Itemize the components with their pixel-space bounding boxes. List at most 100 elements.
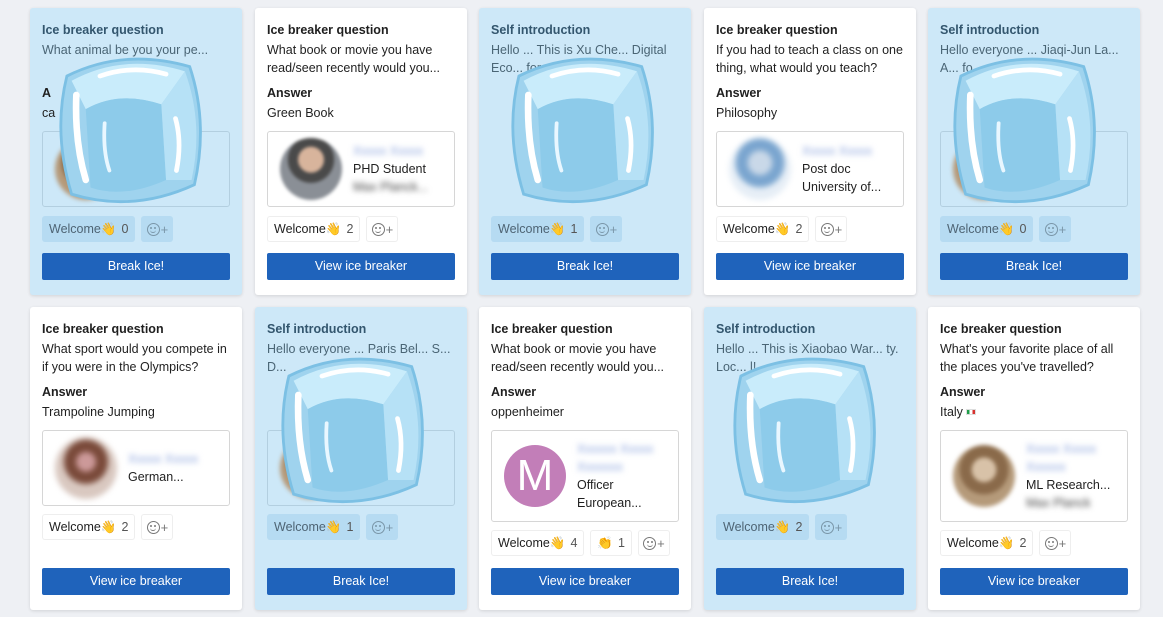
reaction-count: 0 [121, 222, 129, 236]
reaction-label: Welcome👋 [498, 536, 566, 550]
reaction-count: 1 [617, 536, 625, 550]
add-reaction-button[interactable]: + [366, 514, 399, 540]
reaction-label: Welcome👋 [274, 520, 342, 534]
add-reaction-button[interactable]: + [637, 530, 670, 556]
add-reaction-icon [820, 520, 834, 534]
answer-label: Answer [716, 86, 762, 100]
reaction-count: 2 [346, 222, 354, 236]
profile-name[interactable]: Xxxxx Xxxxx [353, 142, 448, 160]
add-reaction-button[interactable]: + [1039, 530, 1072, 556]
profile-name[interactable]: Xxxxx Xxxxx [802, 142, 897, 160]
answer-value: Philosophy [716, 106, 778, 120]
reaction-count: 1 [570, 222, 578, 236]
reaction-label: Welcome👋 [498, 222, 566, 236]
add-reaction-button[interactable]: + [141, 216, 174, 242]
avatar [55, 138, 117, 200]
reactions-bar: Welcome👋 1 + [267, 514, 399, 540]
add-reaction-button[interactable]: + [141, 514, 174, 540]
welcome-reaction[interactable]: Welcome👋 2 [940, 530, 1034, 556]
add-reaction-icon [371, 520, 385, 534]
break-ice-button[interactable]: Break Ice! [267, 568, 455, 595]
profile-box[interactable]: M Xxxxxx Xxxxx Xxxxxxx Officer European.… [491, 430, 679, 522]
welcome-reaction[interactable]: Welcome👋 0 [42, 216, 136, 242]
profile-box[interactable] [42, 131, 230, 207]
reaction-label: 👏 [597, 536, 613, 550]
profile-org: Max Planck... [353, 180, 429, 194]
profile-name[interactable]: Xxxxx Xxxxx [128, 450, 223, 468]
ice-breaker-card: Ice breaker question What book or movie … [255, 8, 467, 295]
profile-name[interactable]: Xxxxx Xxxxx [1026, 440, 1121, 458]
profile-box[interactable] [267, 430, 455, 506]
welcome-reaction[interactable]: Welcome👋 2 [716, 514, 810, 540]
answer-label: A [42, 86, 52, 100]
profile-role: PHD Student [353, 162, 426, 176]
profile-org: University of... [802, 180, 882, 194]
view-ice-breaker-button[interactable]: View ice breaker [716, 253, 904, 280]
view-ice-breaker-button[interactable]: View ice breaker [42, 568, 230, 595]
add-reaction-button[interactable]: + [1039, 216, 1072, 242]
break-ice-button[interactable]: Break Ice! [491, 253, 679, 280]
reactions-bar: Welcome👋 0 + [940, 216, 1072, 242]
reaction-label: Welcome👋 [49, 520, 117, 534]
reactions-bar: Welcome👋 1 + [491, 216, 623, 242]
card-question: What sport would you compete in if you w… [42, 342, 227, 374]
view-ice-breaker-button[interactable]: View ice breaker [940, 568, 1128, 595]
profile-box[interactable]: Xxxxx Xxxxx PHD Student Max Planck... [267, 131, 455, 207]
ice-breaker-card: Ice breaker question What's your favorit… [928, 307, 1140, 610]
card-label: Ice breaker question [491, 322, 613, 336]
add-reaction-button[interactable]: + [815, 514, 848, 540]
break-ice-button[interactable]: Break Ice! [42, 253, 230, 280]
welcome-reaction[interactable]: Welcome👋 4 [491, 530, 585, 556]
break-ice-button[interactable]: Break Ice! [940, 253, 1128, 280]
avatar [280, 437, 342, 499]
avatar [953, 445, 1015, 507]
profile-box[interactable] [940, 131, 1128, 207]
clap-reaction[interactable]: 👏 1 [590, 530, 632, 556]
reactions-bar: Welcome👋 2 + [716, 216, 848, 242]
add-reaction-button[interactable]: + [590, 216, 623, 242]
card-label: Self introduction [716, 322, 816, 336]
add-reaction-icon [820, 222, 834, 236]
card-label: Ice breaker question [267, 23, 389, 37]
card-label: Self introduction [940, 23, 1040, 37]
add-reaction-icon [146, 520, 160, 534]
reactions-bar: Welcome👋 2 + [940, 530, 1072, 556]
reactions-bar: Welcome👋 0 + [42, 216, 174, 242]
profile-name-line2: Xxxxxxx [577, 460, 623, 474]
add-reaction-icon [146, 222, 160, 236]
ice-breaker-card: Ice breaker question If you had to teach… [704, 8, 916, 295]
answer-label: Answer [940, 385, 986, 399]
view-ice-breaker-button[interactable]: View ice breaker [491, 568, 679, 595]
add-reaction-button[interactable]: + [366, 216, 399, 242]
answer-value: Green Book [267, 106, 334, 120]
profile-box[interactable]: Xxxxx Xxxxx Xxxxxx ML Research... Max Pl… [940, 430, 1128, 522]
answer-value: Trampoline Jumping [42, 405, 155, 419]
card-label: Ice breaker question [42, 23, 164, 37]
profile-role: German... [128, 470, 184, 484]
profile-name[interactable]: Xxxxxx Xxxxx [577, 440, 672, 458]
profile-box[interactable]: Xxxxx Xxxxx Post doc University of... [716, 131, 904, 207]
break-ice-button[interactable]: Break Ice! [716, 568, 904, 595]
add-reaction-button[interactable]: + [815, 216, 848, 242]
welcome-reaction[interactable]: Welcome👋 0 [940, 216, 1034, 242]
add-reaction-icon [1044, 536, 1058, 550]
ice-breaker-card: Ice breaker question What book or movie … [479, 307, 691, 610]
avatar [953, 138, 1015, 200]
profile-name-line2: Xxxxxx [1026, 460, 1066, 474]
welcome-reaction[interactable]: Welcome👋 2 [42, 514, 136, 540]
reaction-label: Welcome👋 [947, 536, 1015, 550]
answer-label: Answer [42, 385, 88, 399]
self-introduction-card: Self introduction Hello ... This is Xiao… [704, 307, 916, 610]
self-introduction-card: Self introduction Hello everyone ... Jia… [928, 8, 1140, 295]
welcome-reaction[interactable]: Welcome👋 2 [267, 216, 361, 242]
welcome-reaction[interactable]: Welcome👋 1 [491, 216, 585, 242]
welcome-reaction[interactable]: Welcome👋 1 [267, 514, 361, 540]
add-reaction-icon [1044, 222, 1058, 236]
avatar [55, 437, 117, 499]
card-label: Ice breaker question [42, 322, 164, 336]
view-ice-breaker-button[interactable]: View ice breaker [267, 253, 455, 280]
welcome-reaction[interactable]: Welcome👋 2 [716, 216, 810, 242]
answer-text: Italy [940, 405, 963, 419]
profile-box[interactable]: Xxxxx Xxxxx German... [42, 430, 230, 506]
reaction-label: Welcome👋 [723, 222, 791, 236]
